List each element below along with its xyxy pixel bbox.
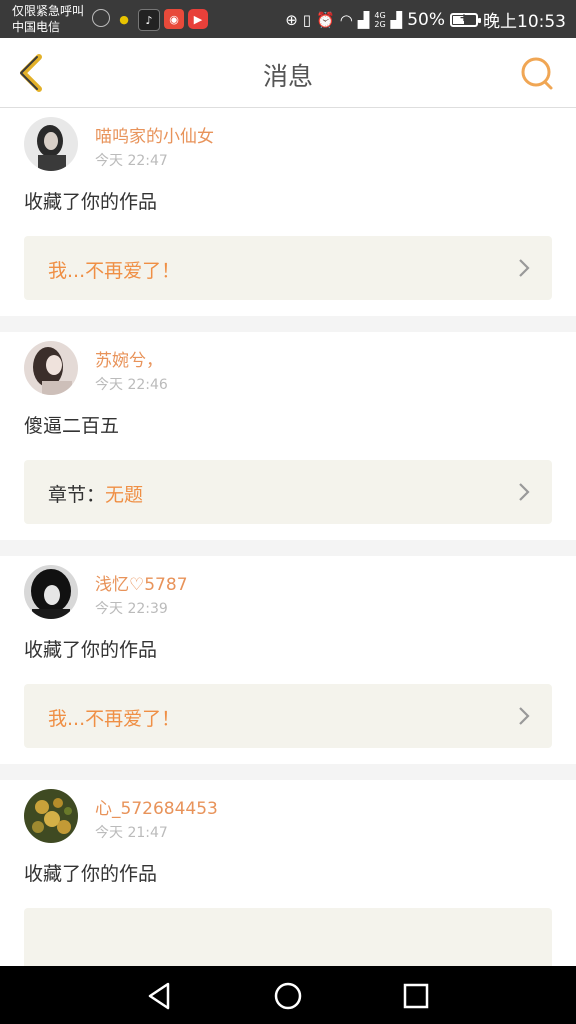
avatar[interactable] (24, 565, 78, 619)
message-header: 喵呜家的小仙女 今天 22:47 (0, 108, 576, 178)
notification-icons: ● ♪ ◉ ▶ (92, 9, 208, 31)
divider (0, 316, 576, 332)
message-item[interactable]: 喵呜家的小仙女 今天 22:47 收藏了你的作品 我...不再爱了！ (0, 108, 576, 332)
message-content: 收藏了你的作品 (24, 639, 158, 661)
battery-percent: 50% (407, 9, 445, 30)
system-status: ⊕ ▯ ⏰ ◠ ▟ 4G 2G ▟ 50% + 晚上10:53 (285, 7, 566, 33)
work-reference-text: 我...不再爱了！ (48, 704, 180, 731)
work-reference-card[interactable] (24, 908, 552, 966)
chevron-right-icon (519, 707, 530, 725)
status-bar: 仅限紧急呼叫 中国电信 ● ♪ ◉ ▶ ⊕ ▯ ⏰ ◠ ▟ 4G 2G ▟ 50%… (0, 0, 576, 38)
ref-title: 无题 (105, 484, 144, 506)
work-reference-card[interactable]: 我...不再爱了！ (24, 236, 552, 300)
app-header: 消息 (0, 38, 576, 108)
divider (0, 540, 576, 556)
message-content: 傻逼二百五 (24, 415, 120, 437)
recents-square-icon[interactable] (398, 978, 434, 1014)
clock: 晚上10:53 (483, 12, 566, 32)
vibrate-icon: ▯ (302, 10, 312, 29)
signal-icon: ▟ (357, 10, 370, 29)
message-item[interactable]: 心_572684453 今天 21:47 收藏了你的作品 (0, 780, 576, 966)
message-header: 心_572684453 今天 21:47 (0, 780, 576, 850)
signal-2-icon: ▟ (390, 10, 403, 29)
timestamp: 今天 22:46 (95, 377, 168, 393)
battery-icon: + (450, 11, 481, 27)
divider (0, 764, 576, 780)
message-list[interactable]: 喵呜家的小仙女 今天 22:47 收藏了你的作品 我...不再爱了！ 苏婉兮， … (0, 108, 576, 966)
back-triangle-icon[interactable] (142, 978, 178, 1014)
weibo-icon: ◉ (164, 9, 184, 29)
lightbulb-icon: ● (119, 12, 129, 26)
timestamp: 今天 22:47 (95, 153, 168, 169)
wifi-icon: ◠ (339, 10, 353, 29)
avatar[interactable] (24, 341, 78, 395)
page-title: 消息 (262, 62, 313, 91)
username[interactable]: 喵呜家的小仙女 (95, 122, 214, 147)
ref-prefix: 章节： (48, 484, 106, 506)
carrier-line-1: 仅限紧急呼叫 (12, 4, 85, 18)
chevron-right-icon (519, 259, 530, 277)
video-app-icon: ▶ (188, 9, 208, 29)
alarm-icon: ⏰ (316, 10, 335, 29)
avatar[interactable] (24, 117, 78, 171)
network-type: 4G 2G (374, 10, 386, 29)
voice-assistant-icon (92, 9, 110, 27)
work-reference-card[interactable]: 我...不再爱了！ (24, 684, 552, 748)
work-reference-text: 我...不再爱了！ (48, 256, 180, 283)
timestamp: 今天 22:39 (95, 601, 168, 617)
avatar[interactable] (24, 789, 78, 843)
timestamp: 今天 21:47 (95, 825, 168, 841)
chevron-right-icon (519, 483, 530, 501)
username[interactable]: 浅忆♡5787 (95, 570, 188, 595)
message-header: 苏婉兮， 今天 22:46 (0, 332, 576, 402)
home-circle-icon[interactable] (270, 978, 306, 1014)
tiktok-icon: ♪ (138, 9, 160, 31)
message-header: 浅忆♡5787 今天 22:39 (0, 556, 576, 626)
message-item[interactable]: 浅忆♡5787 今天 22:39 收藏了你的作品 我...不再爱了！ (0, 556, 576, 780)
message-content: 收藏了你的作品 (24, 863, 158, 885)
work-reference-card[interactable]: 章节：无题 (24, 460, 552, 524)
username[interactable]: 心_572684453 (95, 794, 218, 819)
carrier-line-2: 中国电信 (12, 20, 61, 34)
ref-title: 我...不再爱了！ (48, 260, 181, 282)
message-content: 收藏了你的作品 (24, 191, 158, 213)
hd-call-icon: ⊕ (285, 10, 298, 29)
search-icon[interactable] (520, 56, 556, 92)
username[interactable]: 苏婉兮， (95, 346, 163, 371)
navigation-bar (0, 966, 576, 1024)
message-item[interactable]: 苏婉兮， 今天 22:46 傻逼二百五 章节：无题 (0, 332, 576, 556)
work-reference-text: 章节：无题 (48, 480, 143, 507)
carrier-info: 仅限紧急呼叫 中国电信 (12, 3, 84, 35)
ref-title: 我...不再爱了！ (48, 708, 181, 730)
